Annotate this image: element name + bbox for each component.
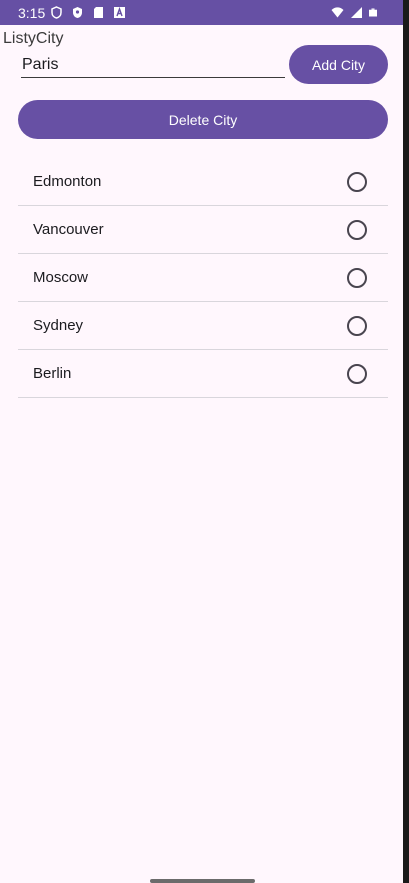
a-icon (114, 6, 125, 18)
city-list-item[interactable]: Berlin (18, 350, 388, 398)
delete-city-button[interactable]: Delete City (18, 100, 388, 139)
gesture-nav-handle[interactable] (150, 879, 255, 883)
city-radio-button[interactable] (347, 316, 367, 336)
city-name-label: Moscow (33, 269, 89, 286)
app-title: ListyCity (3, 30, 64, 47)
status-left-icons (50, 6, 126, 19)
signal-icon (351, 7, 362, 18)
city-name-label: Sydney (33, 317, 84, 334)
city-list-item[interactable]: Sydney (18, 302, 388, 350)
city-name-label: Edmonton (33, 173, 102, 190)
city-list-item[interactable]: Moscow (18, 254, 388, 302)
city-list-item[interactable]: Edmonton (18, 158, 388, 206)
city-radio-button[interactable] (347, 220, 367, 240)
vpn-icon (73, 7, 82, 18)
city-name-input[interactable] (21, 52, 285, 78)
city-radio-button[interactable] (347, 364, 367, 384)
wifi-icon (331, 7, 344, 18)
city-name-label: Berlin (33, 365, 72, 382)
city-list: Edmonton Vancouver Moscow Sydney Berlin (18, 158, 388, 398)
city-list-item[interactable]: Vancouver (18, 206, 388, 254)
sd-card-icon (94, 7, 103, 18)
status-time: 3:15 (18, 5, 46, 21)
city-name-label: Vancouver (33, 221, 104, 238)
shield-icon (51, 6, 62, 19)
battery-icon (369, 8, 377, 17)
app-screen: 3:15 ListyCity Paris Add City Delete Cit… (0, 0, 403, 883)
city-radio-button[interactable] (347, 172, 367, 192)
status-right-icons (331, 6, 377, 19)
add-city-button[interactable]: Add City (289, 45, 388, 84)
status-bar: 3:15 (0, 0, 403, 25)
city-radio-button[interactable] (347, 268, 367, 288)
